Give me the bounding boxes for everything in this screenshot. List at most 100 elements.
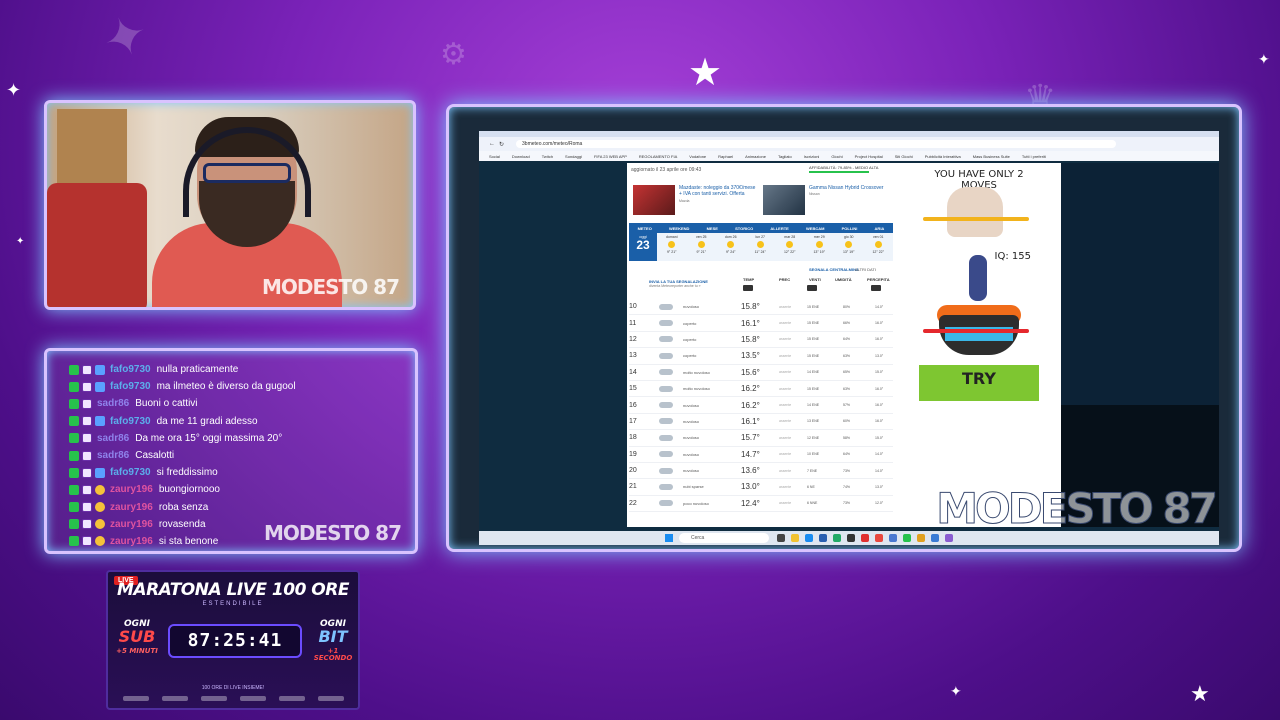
- bookmark-item[interactable]: Mass Business Suite: [973, 154, 1010, 159]
- segnala-link[interactable]: SEGNALA CENTRALMINA: [809, 267, 859, 272]
- chat-username[interactable]: zaury196: [110, 502, 153, 513]
- app-icon[interactable]: [777, 534, 785, 542]
- table-row[interactable]: 21 nubi sparse 13.0° assente 6 NE 74% 13.0°: [629, 479, 893, 496]
- cell-hour: 15: [629, 385, 637, 393]
- game-ad-banner[interactable]: YOU HAVE ONLY 2 MOVES IQ: 155 TRY: [919, 165, 1039, 401]
- meteo-nav-item[interactable]: ALLERTE: [770, 226, 788, 231]
- try-button[interactable]: TRY: [919, 369, 1039, 388]
- meteo-nav-item[interactable]: METEO: [638, 226, 652, 231]
- bookmark-item[interactable]: Giochi: [831, 154, 842, 159]
- app-icon[interactable]: [931, 534, 939, 542]
- sponsored-ad[interactable]: Mazdaste: noleggio da 370€/mese + IVA co…: [633, 185, 759, 219]
- forecast-day[interactable]: domani 9° 21°: [657, 233, 687, 261]
- chat-username[interactable]: fafo9730: [110, 467, 151, 478]
- app-icon[interactable]: [875, 534, 883, 542]
- table-row[interactable]: 14 molto nuvoloso 15.6° assente 14 ENE 65% 15.…: [629, 365, 893, 381]
- table-row[interactable]: 16 nuvoloso 16.2° assente 14 ENE 57% 16.0°: [629, 397, 893, 414]
- table-row[interactable]: 19 nuvoloso 14.7° assente 10 ENE 64% 14.0°: [629, 447, 893, 463]
- chat-username[interactable]: fafo9730: [110, 364, 151, 375]
- chat-text: si freddissimo: [156, 467, 218, 479]
- whatsapp-icon[interactable]: [903, 534, 911, 542]
- cell-temp: 13.0°: [741, 482, 760, 492]
- altri-dati-link[interactable]: ALTRI DATI: [855, 267, 876, 272]
- bookmark-item[interactable]: Tagliato: [778, 154, 792, 159]
- app-icon[interactable]: [847, 534, 855, 542]
- sponsored-ad[interactable]: Gamma Nissan Hybrid Crossover Nissan: [763, 185, 889, 219]
- meteo-nav-item[interactable]: POLLINI: [842, 226, 858, 231]
- table-row[interactable]: 20 nuvoloso 13.6° assente 7 ENE 73% 14.0°: [629, 463, 893, 480]
- app-icon[interactable]: [861, 534, 869, 542]
- app-icon[interactable]: [805, 534, 813, 542]
- bookmark-item[interactable]: Vodafone: [689, 154, 706, 159]
- day-name: ven 01: [872, 235, 884, 239]
- meteo-nav-item[interactable]: STORICO: [735, 226, 753, 231]
- bookmark-item[interactable]: Raphael: [718, 154, 733, 159]
- chat-username[interactable]: sadr86: [97, 398, 129, 409]
- forecast-day[interactable]: ven 25 9° 21°: [687, 233, 717, 261]
- cell-temp: 15.8°: [741, 334, 760, 344]
- chat-username[interactable]: sadr86: [97, 433, 129, 444]
- app-icon[interactable]: [833, 534, 841, 542]
- cell-wind: 6 NE: [807, 484, 815, 489]
- windows-start-icon[interactable]: [665, 534, 673, 542]
- table-row[interactable]: 22 poco nuvoloso 12.4° assente 6 NNE 73% 12.0°: [629, 496, 893, 513]
- bookmark-item[interactable]: Twitch: [542, 154, 553, 159]
- url-input[interactable]: 3bmeteo.com/meteo/Roma: [516, 140, 1117, 148]
- forecast-day[interactable]: mer 29 13° 19°: [805, 233, 835, 261]
- star-icon: ✦: [16, 236, 25, 247]
- unit-toggle[interactable]: [743, 285, 753, 291]
- meteo-nav-item[interactable]: WEBCAM: [806, 226, 824, 231]
- app-icon[interactable]: [819, 534, 827, 542]
- bookmark-item[interactable]: Social: [489, 154, 500, 159]
- bookmark-item[interactable]: Siti Giochi: [895, 154, 913, 159]
- chat-username[interactable]: fafo9730: [110, 416, 151, 427]
- bookmark-item[interactable]: Sondaggi: [565, 154, 582, 159]
- wind-unit-toggle[interactable]: [807, 285, 817, 291]
- forecast-day[interactable]: mar 28 12° 22°: [775, 233, 805, 261]
- chat-username[interactable]: zaury196: [110, 484, 153, 495]
- reload-icon[interactable]: ↻: [499, 141, 504, 148]
- cell-hour: 10: [629, 303, 637, 311]
- chat-username[interactable]: fafo9730: [110, 381, 151, 392]
- back-icon[interactable]: ←: [489, 141, 495, 147]
- bookmark-item[interactable]: Animazione: [745, 154, 766, 159]
- forecast-day[interactable]: lun 27 11° 24°: [746, 233, 776, 261]
- bookmark-item[interactable]: Download: [512, 154, 530, 159]
- chat-username[interactable]: zaury196: [110, 519, 153, 530]
- hero-illustration: [969, 255, 987, 301]
- chat-username[interactable]: zaury196: [110, 536, 153, 547]
- table-row[interactable]: 13 coperto 13.5° assente 15 ENE 63% 13.0°: [629, 348, 893, 365]
- table-row[interactable]: 15 molto nuvoloso 16.2° assente 15 ENE 63% 16.…: [629, 381, 893, 398]
- bookmark-item[interactable]: Tutti i preferiti: [1022, 154, 1046, 159]
- table-row[interactable]: 12 coperto 15.8° assente 15 ENE 64% 16.0°: [629, 332, 893, 349]
- forecast-day[interactable]: gio 30 13° 19°: [834, 233, 864, 261]
- bookmark-item[interactable]: Iscrizioni: [804, 154, 820, 159]
- table-row[interactable]: 18 nuvoloso 15.7° assente 12 ENE 58% 15.0°: [629, 430, 893, 447]
- table-row[interactable]: 17 nuvoloso 16.1° assente 13 ENE 60% 16.0°: [629, 414, 893, 431]
- header-temp: TEMP: [743, 277, 755, 282]
- cell-prec: assente: [779, 468, 792, 473]
- app-icon[interactable]: [889, 534, 897, 542]
- meteo-nav-item[interactable]: ARIA: [875, 226, 885, 231]
- meteo-nav-item[interactable]: MESE: [707, 226, 718, 231]
- folder-icon[interactable]: [791, 534, 799, 542]
- chat-username[interactable]: sadr86: [97, 450, 129, 461]
- bookmark-item[interactable]: REGOLAMENTO FIA: [639, 154, 677, 159]
- bookmark-item[interactable]: Project Hospital: [855, 154, 883, 159]
- bookmark-item[interactable]: FIFA 23 WEB APP: [594, 154, 627, 159]
- chat-text: rovasenda: [158, 518, 206, 530]
- table-row[interactable]: 10 nuvoloso 15.8° assente 15 ENE 80% 14.0°: [629, 299, 893, 316]
- app-icon[interactable]: [945, 534, 953, 542]
- taskbar-search-input[interactable]: Cerca: [679, 533, 769, 543]
- forecast-day[interactable]: dom 26 9° 24°: [716, 233, 746, 261]
- sub-badge-icon: [82, 484, 92, 495]
- cell-wind: 14 ENE: [807, 403, 820, 408]
- today-tab[interactable]: oggi 23: [629, 233, 657, 261]
- meteo-nav-item[interactable]: WEEKEND: [669, 226, 689, 231]
- perc-unit-toggle[interactable]: [871, 285, 881, 291]
- table-row[interactable]: 11 coperto 16.1° assente 15 ENE 66% 16.0°: [629, 315, 893, 332]
- chrome-icon[interactable]: [917, 534, 925, 542]
- chat-text: roba senza: [158, 501, 209, 513]
- bookmark-item[interactable]: Pubblicità Interattiva: [925, 154, 961, 159]
- forecast-day[interactable]: ven 01 12° 22°: [864, 233, 894, 261]
